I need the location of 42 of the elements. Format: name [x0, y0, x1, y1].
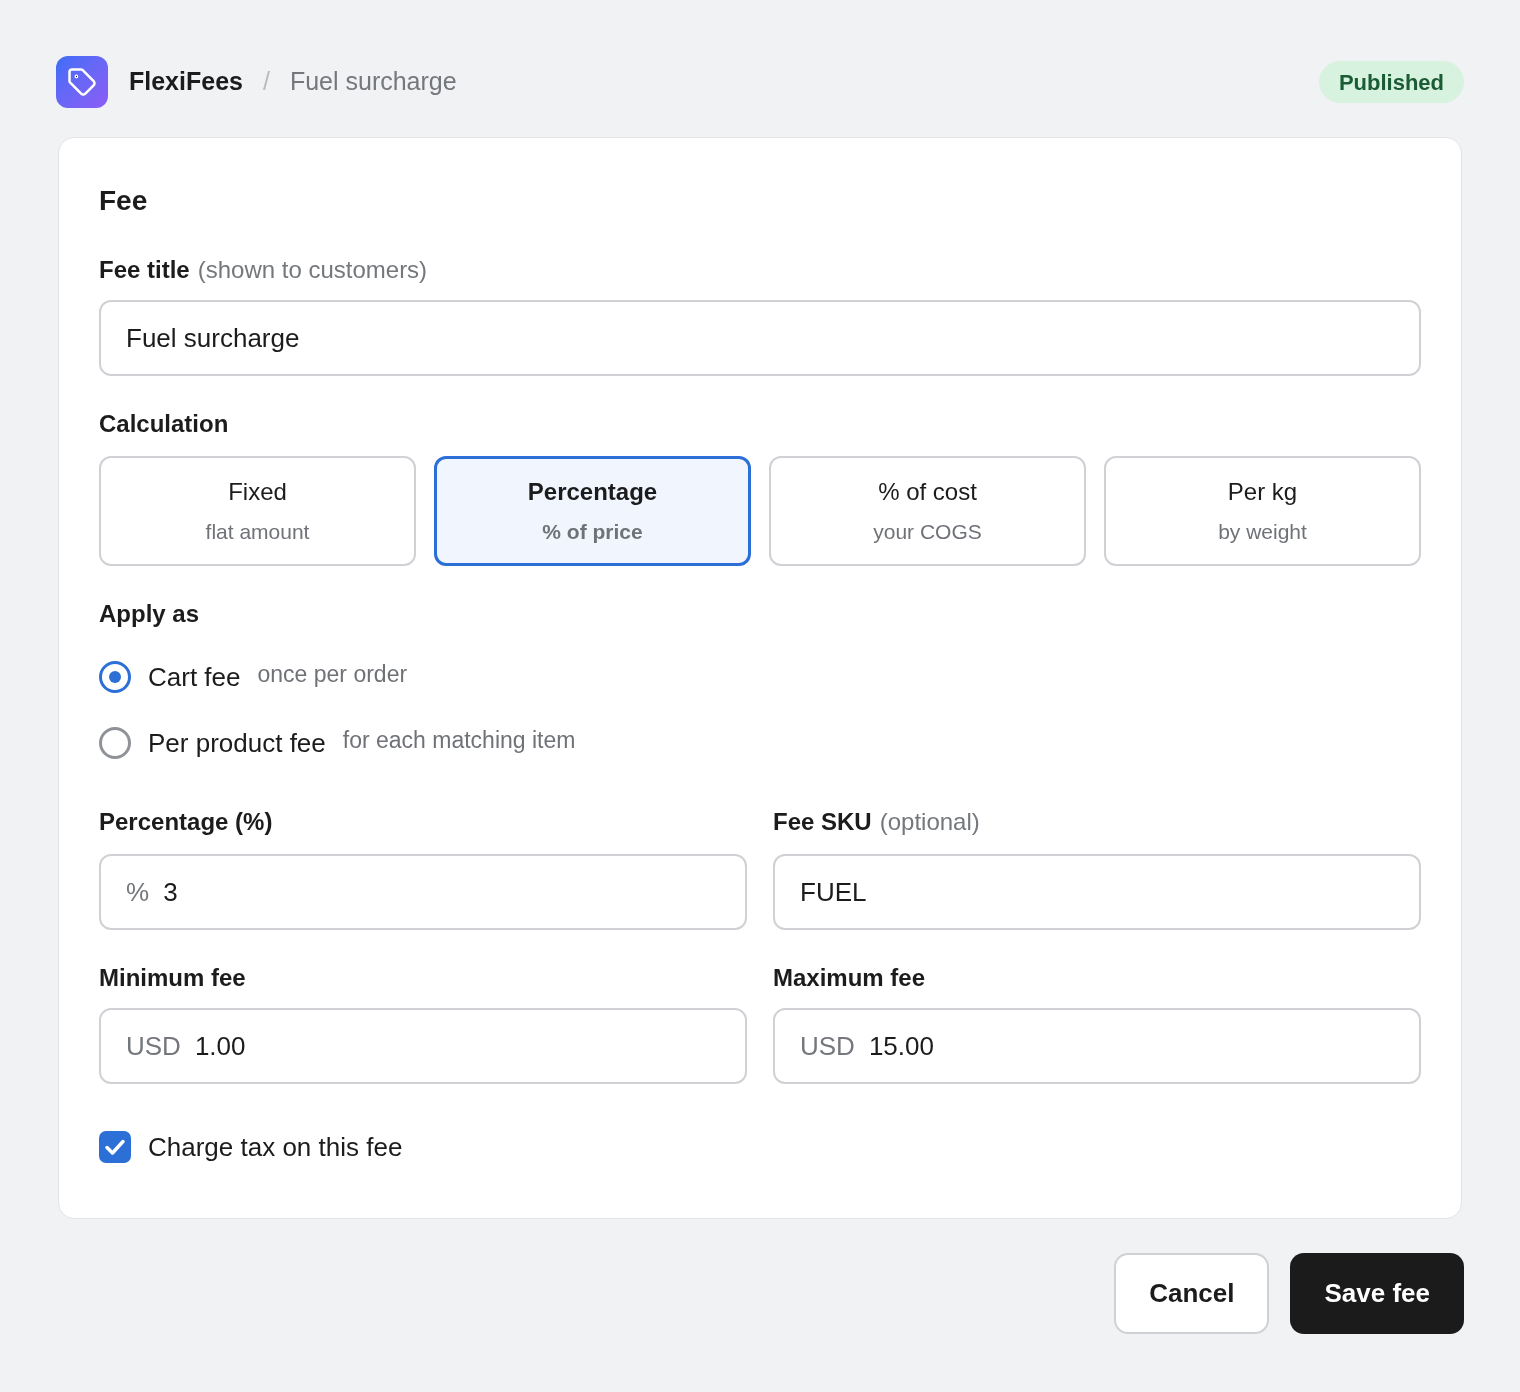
checkbox-label[interactable]: Charge tax on this fee: [148, 1127, 403, 1167]
unit-prefix: USD: [800, 1029, 855, 1063]
radio-button[interactable]: [99, 727, 131, 759]
field-value: FUEL: [800, 875, 867, 909]
field-label: Maximum fee: [773, 963, 926, 993]
field-label: Minimum fee: [99, 963, 246, 993]
calculation-option[interactable]: Per kg by weight: [1104, 456, 1421, 566]
radio-button[interactable]: [99, 661, 131, 693]
field-value: 15.00: [868, 1029, 934, 1063]
calculation-option[interactable]: Percentage % of price: [434, 456, 751, 566]
field-label: Percentage (%): [99, 807, 273, 837]
card-heading: Fee: [99, 184, 149, 218]
field-value: Fuel surcharge: [126, 321, 300, 355]
cancel-button[interactable]: Cancel: [1114, 1253, 1270, 1334]
calculation-option[interactable]: Fixed flat amount: [99, 456, 416, 566]
field-label: Apply as: [99, 599, 200, 629]
input-field[interactable]: USD 15.00: [773, 1008, 1421, 1084]
checkbox[interactable]: [99, 1131, 131, 1163]
save-button[interactable]: Save fee: [1290, 1253, 1464, 1334]
field-label: Fee title: [99, 255, 190, 285]
input-field[interactable]: % 3: [99, 854, 747, 930]
unit-prefix: USD: [126, 1029, 181, 1063]
input-field[interactable]: FUEL: [773, 854, 1421, 930]
field-label: Fee SKU: [773, 807, 872, 837]
breadcrumb-separator: /: [262, 66, 270, 98]
page-title: Fuel surcharge: [289, 66, 457, 98]
field-value: 1.00: [194, 1029, 246, 1063]
field-label: Calculation: [99, 409, 229, 439]
status-badge: Published: [1318, 61, 1464, 103]
field-value: 3: [163, 875, 178, 909]
unit-prefix: %: [126, 875, 150, 909]
radio-description: once per order: [257, 659, 408, 689]
input-field[interactable]: USD 1.00: [99, 1008, 747, 1084]
radio-label[interactable]: Per product fee: [148, 723, 326, 763]
app-name: FlexiFees: [129, 66, 243, 98]
field-hint: (optional): [879, 807, 980, 837]
field-hint: (shown to customers): [197, 255, 428, 285]
radio-description: for each matching item: [342, 725, 576, 755]
input-field[interactable]: Fuel surcharge: [99, 300, 1421, 376]
radio-label[interactable]: Cart fee: [148, 657, 241, 697]
calculation-option[interactable]: % of cost your COGS: [769, 456, 1086, 566]
tag-icon: [56, 56, 108, 108]
